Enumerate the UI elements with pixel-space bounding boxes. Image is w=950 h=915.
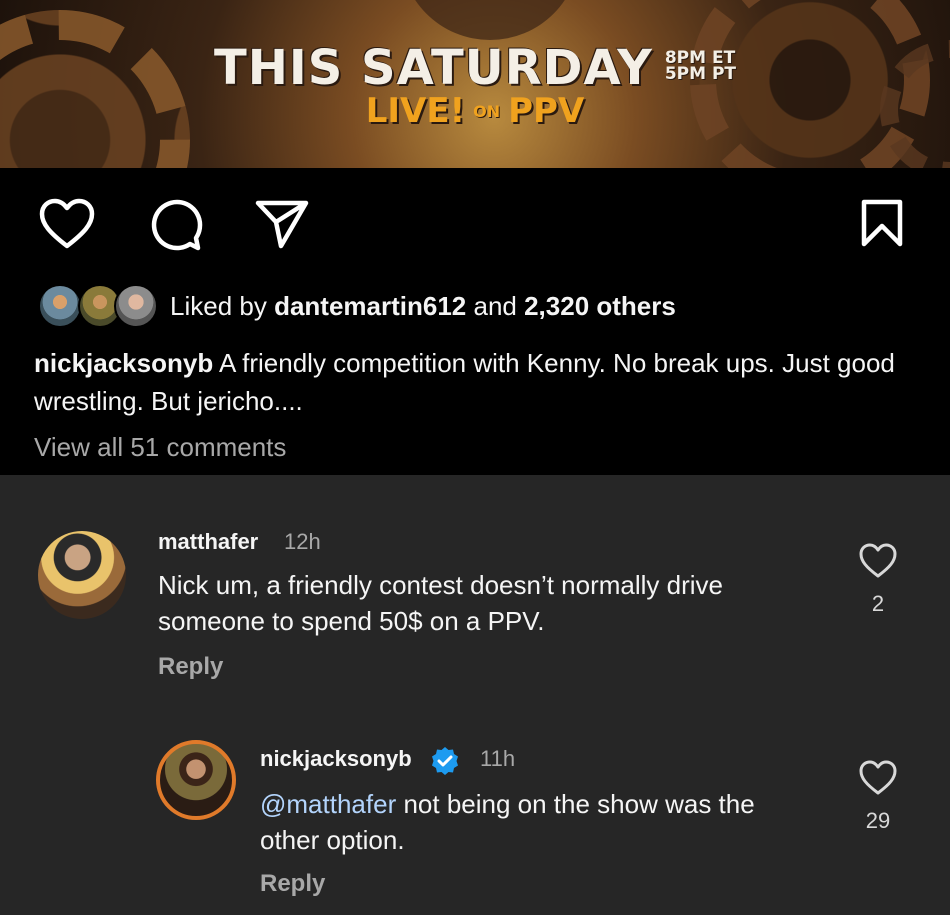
banner-on: ON — [473, 101, 501, 121]
comment-like-button[interactable] — [858, 543, 898, 584]
gear-graphic — [400, 0, 580, 40]
comment-reply: nickjacksonyb 11h @matthafer not being o… — [0, 720, 950, 915]
banner-live: LIVE! — [365, 91, 466, 131]
mention-link[interactable]: @matthafer — [260, 789, 396, 819]
likes-count[interactable]: 2,320 others — [524, 291, 676, 321]
share-button[interactable] — [254, 198, 310, 255]
send-icon — [255, 200, 309, 249]
post-caption: nickjacksonyb A friendly competition wit… — [34, 344, 914, 420]
avatar — [38, 284, 82, 328]
heart-icon — [39, 198, 95, 249]
caption-username[interactable]: nickjacksonyb — [34, 348, 213, 378]
avatar[interactable] — [38, 531, 126, 619]
like-button[interactable] — [38, 198, 96, 255]
heart-icon — [859, 543, 897, 578]
liker-avatars — [38, 284, 158, 328]
banner-headline: THIS SATURDAY — [213, 40, 653, 96]
post-footer: Liked by dantemartin612 and 2,320 others… — [0, 168, 950, 475]
reply-button[interactable]: Reply — [158, 653, 223, 681]
comment-like-count: 29 — [865, 808, 891, 833]
save-button[interactable] — [858, 198, 906, 253]
heart-icon — [859, 760, 897, 795]
comment-text: Nick um, a friendly contest doesn’t norm… — [158, 570, 724, 636]
comment-username[interactable]: nickjacksonyb — [260, 746, 412, 772]
liked-by-row[interactable]: Liked by dantemartin612 and 2,320 others — [38, 284, 676, 328]
comment-button[interactable] — [146, 198, 204, 259]
comment-like-count: 2 — [871, 591, 885, 616]
view-all-comments-link[interactable]: View all 51 comments — [34, 432, 286, 463]
action-bar — [0, 198, 950, 258]
comment-time: 11h — [480, 746, 516, 771]
comment-time: 12h — [284, 529, 321, 554]
banner-text: THIS SATURDAY 8PM ET 5PM PT LIVE! ON PPV — [0, 44, 950, 128]
avatar[interactable] — [156, 740, 236, 820]
comment-like-button[interactable] — [858, 760, 898, 801]
comment-text: @matthafer not being on the show was the… — [260, 789, 755, 855]
comment: matthafer 12h Nick um, a friendly contes… — [0, 475, 950, 695]
liked-by-text: Liked by dantemartin612 and 2,320 others — [170, 290, 676, 321]
banner-times: 8PM ET 5PM PT — [664, 50, 737, 84]
comment-username[interactable]: matthafer — [158, 529, 258, 555]
banner-time-pt: 5PM PT — [664, 64, 737, 84]
avatar — [114, 284, 158, 328]
banner-ppv: PPV — [508, 91, 585, 131]
comment-icon — [151, 199, 203, 251]
reply-button[interactable]: Reply — [260, 870, 325, 898]
liker-username[interactable]: dantemartin612 — [274, 291, 466, 321]
post-image-banner[interactable]: THIS SATURDAY 8PM ET 5PM PT LIVE! ON PPV — [0, 0, 950, 168]
bookmark-icon — [861, 199, 903, 247]
verified-badge-icon — [430, 746, 460, 781]
